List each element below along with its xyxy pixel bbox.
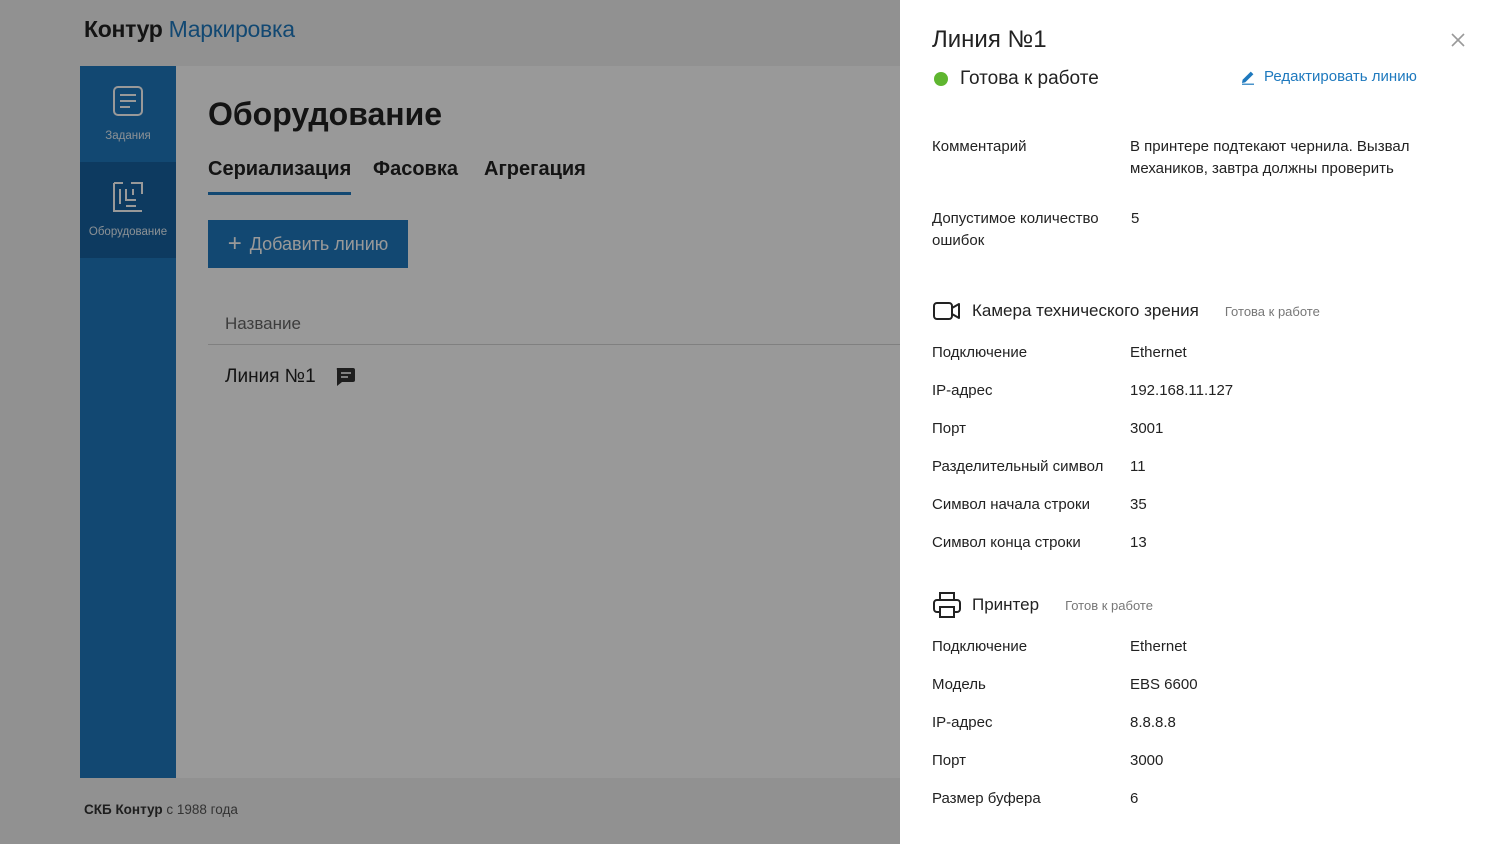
field-value: 3001 bbox=[1130, 420, 1164, 437]
field-value: EBS 6600 bbox=[1130, 676, 1198, 693]
field-value: 3000 bbox=[1130, 752, 1164, 769]
camera-section-header: Камера технического зрения Готова к рабо… bbox=[932, 296, 1320, 326]
field-value: Ethernet bbox=[1130, 344, 1187, 361]
camera-status: Готова к работе bbox=[1224, 303, 1320, 319]
field-label: Порт bbox=[932, 420, 967, 437]
printer-title: Принтер bbox=[972, 595, 1040, 614]
camera-title: Камера технического зрения bbox=[972, 301, 1199, 320]
field-label: Символ конца строки bbox=[932, 534, 1081, 551]
panel-title: Линия №1 bbox=[932, 26, 1047, 53]
field-label: Подключение bbox=[932, 344, 1028, 361]
field-label: Размер буфера bbox=[932, 790, 1041, 807]
field-value: 11 bbox=[1130, 458, 1146, 475]
field-value: 6 bbox=[1130, 790, 1139, 807]
line-status: Готова к работе bbox=[934, 68, 1099, 90]
status-dot-icon bbox=[934, 72, 948, 86]
errors-label: Допустимое количество ошибок bbox=[932, 210, 1099, 249]
field-label: IP-адрес bbox=[932, 714, 993, 731]
field-label: IP-адрес bbox=[932, 382, 993, 399]
field-label: Модель bbox=[932, 676, 986, 693]
comment-value: В принтере подтекают чернила. Вызвал мех… bbox=[1130, 138, 1410, 177]
close-icon[interactable] bbox=[1448, 30, 1468, 50]
line-details-panel: Линия №1 Готова к работе Редактировать л… bbox=[900, 0, 1500, 844]
printer-section-header: Принтер Готов к работе bbox=[932, 590, 1153, 620]
field-value: 35 bbox=[1130, 496, 1147, 513]
field-value: 8.8.8.8 bbox=[1130, 714, 1176, 731]
field-label: Порт bbox=[932, 752, 967, 769]
edit-line-label: Редактировать линию bbox=[1264, 68, 1417, 85]
comment-label: Комментарий bbox=[932, 138, 1027, 155]
field-label: Разделительный символ bbox=[932, 458, 1104, 475]
printer-icon bbox=[933, 592, 961, 618]
pencil-icon bbox=[1242, 71, 1254, 85]
edit-line-link[interactable]: Редактировать линию bbox=[1240, 68, 1417, 85]
field-value: Ethernet bbox=[1130, 638, 1187, 655]
errors-value: 5 bbox=[1131, 210, 1140, 227]
printer-status: Готов к работе bbox=[1065, 597, 1153, 613]
line-status-text: Готова к работе bbox=[960, 68, 1099, 89]
field-value: 13 bbox=[1130, 534, 1147, 551]
video-camera-icon bbox=[933, 302, 960, 320]
field-label: Подключение bbox=[932, 638, 1028, 655]
field-label: Символ начала строки bbox=[932, 496, 1090, 513]
field-value: 192.168.11.127 bbox=[1130, 382, 1234, 399]
